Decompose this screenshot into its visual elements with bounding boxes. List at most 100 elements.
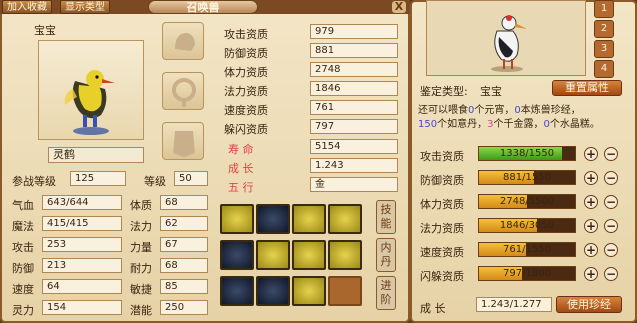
stat-label-speed: 速度: [12, 283, 34, 296]
show-type-button[interactable]: 显示类型: [60, 0, 110, 14]
skill-slot-empty[interactable]: [328, 276, 362, 306]
skill-slot-beast-icon[interactable]: [256, 204, 290, 234]
tab-inner-core[interactable]: 内丹: [376, 238, 396, 272]
skill-slot-silhouette-icon[interactable]: [220, 240, 254, 270]
aptitude-bar-label: 防御资质: [420, 174, 464, 187]
attr-label-strength: 力量: [130, 241, 152, 254]
growth-value: 1.243: [310, 158, 398, 173]
page-tab-1[interactable]: 1: [594, 0, 614, 18]
aptitude-value-magic: 1846: [310, 81, 398, 96]
aptitude-bar-text: 1338/1550: [499, 148, 555, 159]
growth-cap-label: 成 长: [420, 302, 446, 315]
use-scripture-button[interactable]: 使用珍经: [556, 296, 622, 313]
pet-name-field: 灵鹤: [48, 147, 144, 163]
close-button[interactable]: X: [392, 1, 406, 13]
attr-value-strength: 67: [160, 237, 208, 252]
skill-slot-eye-icon[interactable]: [220, 276, 254, 306]
level-value: 50: [174, 171, 208, 186]
increase-icon[interactable]: +: [584, 219, 598, 233]
level-label: 等级: [144, 175, 166, 188]
aptitude-bar-text: 2748/5500: [499, 196, 555, 207]
tab-advance[interactable]: 进阶: [376, 276, 396, 310]
attr-label-potential: 潜能: [130, 304, 152, 317]
aptitude-bar-text: 1846/3050: [499, 220, 555, 231]
increase-icon[interactable]: +: [584, 267, 598, 281]
participation-level-label: 参战等级: [12, 175, 56, 188]
attr-value-constitution: 68: [160, 195, 208, 210]
skill-slot-shield-icon[interactable]: [292, 240, 326, 270]
equip-slot-2[interactable]: [162, 72, 204, 110]
collar-silhouette-icon: [172, 78, 196, 107]
aptitude-bar: 761/1550: [478, 242, 576, 257]
stat-value-defense: 213: [42, 258, 122, 273]
aptitude-value-speed: 761: [310, 100, 398, 115]
stat-value-speed: 64: [42, 279, 122, 294]
pet-portrait: [38, 40, 144, 140]
aptitude-label-speed: 速度资质: [224, 104, 268, 117]
decrease-icon[interactable]: −: [604, 147, 618, 161]
attr-label-agility: 敏捷: [130, 283, 152, 296]
aptitude-bar: 2748/5500: [478, 194, 576, 209]
aptitude-value-dodge: 797: [310, 119, 398, 134]
growth-label: 成 长: [228, 162, 254, 175]
aptitude-label-attack: 攻击资质: [224, 28, 268, 41]
aptitude-bar-label: 闪躲资质: [420, 270, 464, 283]
increase-icon[interactable]: +: [584, 243, 598, 257]
crane-pet-sprite: [64, 70, 115, 135]
helmet-silhouette-icon: [175, 33, 195, 51]
stat-label-defense: 防御: [12, 262, 34, 275]
page-tab-4[interactable]: 4: [594, 60, 614, 78]
increase-icon[interactable]: +: [584, 195, 598, 209]
decrease-icon[interactable]: −: [604, 267, 618, 281]
page-tab-3[interactable]: 3: [594, 40, 614, 58]
window-title: 召唤兽: [148, 0, 258, 14]
increase-icon[interactable]: +: [584, 171, 598, 185]
aptitude-bar-label: 法力资质: [420, 222, 464, 235]
aptitude-bar-text: 761/1550: [503, 244, 551, 255]
aptitude-bar-label: 速度资质: [420, 246, 464, 259]
stat-value-mp: 415/415: [42, 216, 122, 231]
aptitude-label-defense: 防御资质: [224, 47, 268, 60]
aptitude-bar: 1338/1550: [478, 146, 576, 161]
decrease-icon[interactable]: −: [604, 195, 618, 209]
increase-icon[interactable]: +: [584, 147, 598, 161]
aptitude-value-attack: 979: [310, 24, 398, 39]
skill-slot-wind-icon[interactable]: [292, 204, 326, 234]
equip-slot-3[interactable]: [162, 122, 204, 160]
aptitude-label-magic: 法力资质: [224, 85, 268, 98]
attr-label-constitution: 体质: [130, 199, 152, 212]
skill-slot-swirl-icon[interactable]: [292, 276, 326, 306]
skill-slot-hourglass-icon[interactable]: [220, 204, 254, 234]
decrease-icon[interactable]: −: [604, 171, 618, 185]
aptitude-bar-label: 攻击资质: [420, 150, 464, 163]
crane-preview-sprite: [491, 15, 527, 72]
attr-label-endurance: 耐力: [130, 262, 152, 275]
attr-value-agility: 85: [160, 279, 208, 294]
decrease-icon[interactable]: −: [604, 243, 618, 257]
decrease-icon[interactable]: −: [604, 219, 618, 233]
stat-value-hp: 643/644: [42, 195, 122, 210]
equip-slot-1[interactable]: [162, 22, 204, 60]
aptitude-bar: 881/1550: [478, 170, 576, 185]
tab-skills[interactable]: 技能: [376, 200, 396, 234]
add-favorite-button[interactable]: 加入收藏: [2, 0, 52, 14]
element-label: 五 行: [228, 181, 254, 194]
feeding-info: 还可以喂食0个元宵，0本炼兽珍经， 150个如意丹，3个千金露，0个水晶糕。: [418, 105, 600, 130]
aptitude-value-stamina: 2748: [310, 62, 398, 77]
page-tab-2[interactable]: 2: [594, 20, 614, 38]
aptitude-bar-text: 881/1550: [503, 172, 551, 183]
growth-cap-value: 1.243/1.277: [476, 297, 552, 312]
aptitude-bar: 1846/3050: [478, 218, 576, 233]
skill-slot-crack-icon[interactable]: [328, 240, 362, 270]
identify-type-label: 鉴定类型:: [420, 85, 468, 98]
stat-value-attack: 253: [42, 237, 122, 252]
stat-label-mp: 魔法: [12, 220, 34, 233]
attr-label-magic: 法力: [130, 220, 152, 233]
attr-value-endurance: 68: [160, 258, 208, 273]
identify-type-value: 宝宝: [480, 85, 502, 98]
reset-attributes-button[interactable]: 重置属性: [552, 80, 622, 96]
skill-slot-figure-icon[interactable]: [328, 204, 362, 234]
skill-slot-sun-icon[interactable]: [256, 240, 290, 270]
skill-slot-demon-icon[interactable]: [256, 276, 290, 306]
pet-preview: [426, 0, 586, 76]
